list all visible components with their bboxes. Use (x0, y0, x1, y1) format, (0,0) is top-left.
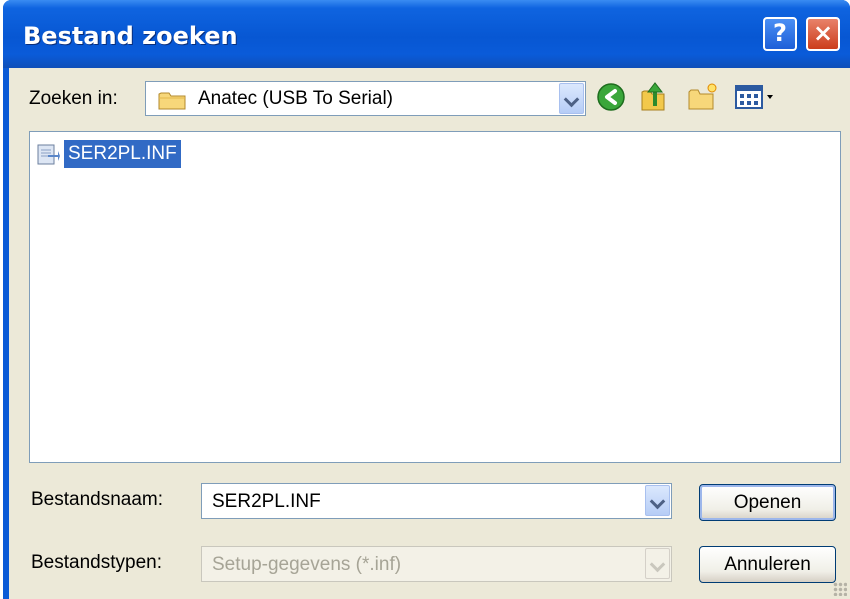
filename-dropdown-button[interactable] (645, 485, 670, 516)
filename-label: Bestandsnaam: (31, 489, 164, 510)
filename-value: SER2PL.INF (212, 491, 321, 512)
filename-input[interactable]: SER2PL.INF (201, 483, 672, 519)
resize-grip-icon[interactable] (833, 582, 847, 596)
title-bar[interactable]: Bestand zoeken ? × (3, 0, 850, 68)
file-name: SER2PL.INF (64, 140, 181, 168)
back-icon[interactable] (594, 80, 628, 114)
lookin-dropdown[interactable]: Anatec (USB To Serial) (145, 81, 586, 116)
lookin-value: Anatec (USB To Serial) (198, 88, 394, 109)
close-button[interactable]: × (806, 17, 840, 51)
filetype-dropdown-button[interactable] (645, 548, 670, 579)
new-folder-icon[interactable] (686, 80, 720, 114)
view-menu-icon[interactable] (732, 80, 778, 114)
lookin-label: Zoeken in: (29, 88, 118, 109)
lookin-dropdown-button[interactable] (559, 83, 584, 114)
dialog-window: Bestand zoeken ? × Zoeken in: Anatec (US… (3, 0, 850, 599)
up-folder-icon[interactable] (638, 80, 672, 114)
dialog-body: Zoeken in: Anatec (USB To Serial) SER2PL… (9, 68, 850, 599)
filetype-value: Setup-gegevens (*.inf) (212, 554, 402, 575)
filetype-label: Bestandstypen: (31, 552, 162, 573)
filetype-select[interactable]: Setup-gegevens (*.inf) (201, 546, 672, 582)
open-button[interactable]: Openen (699, 484, 836, 521)
setup-info-file-icon (37, 144, 60, 165)
folder-icon (158, 92, 186, 110)
help-button[interactable]: ? (763, 17, 797, 51)
file-list[interactable]: SER2PL.INF (29, 131, 841, 463)
window-title: Bestand zoeken (23, 22, 238, 50)
cancel-button[interactable]: Annuleren (699, 546, 836, 583)
